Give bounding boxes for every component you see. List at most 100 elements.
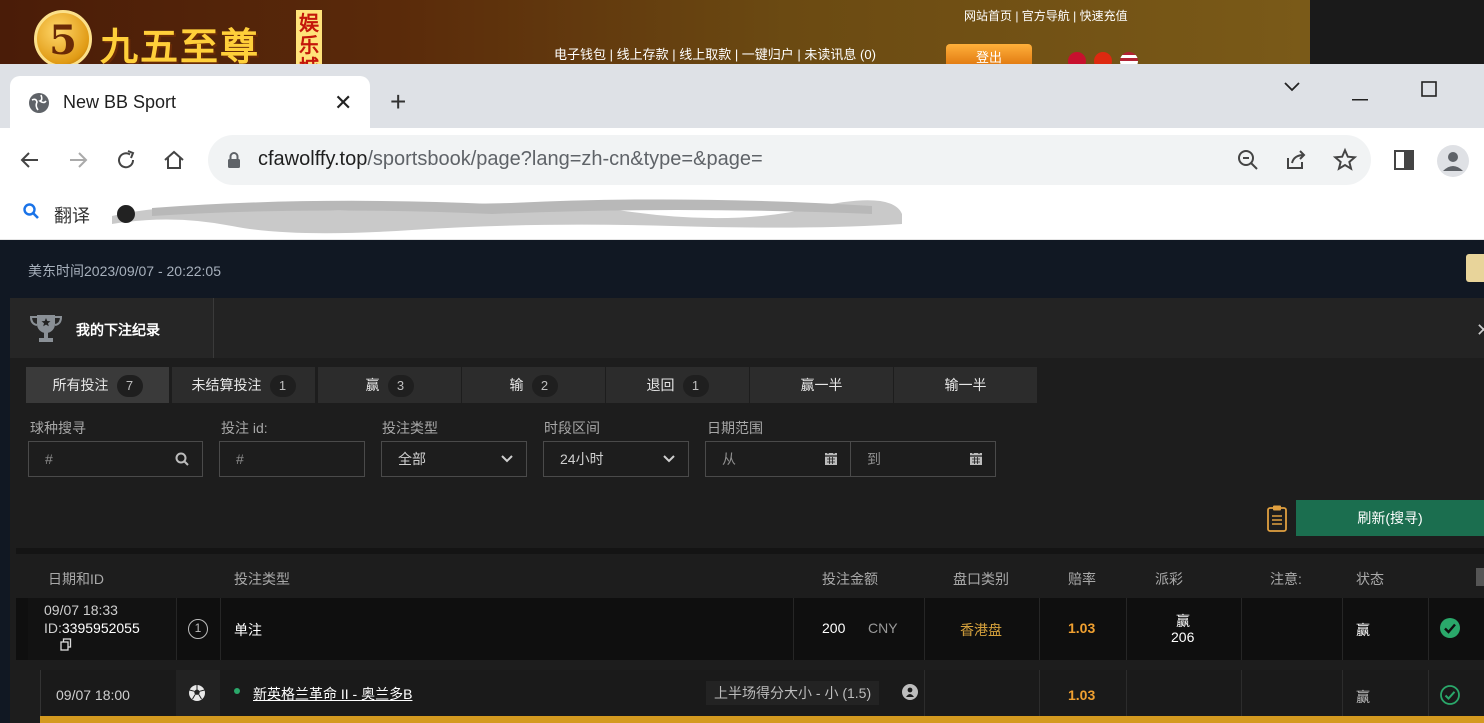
tab-lost[interactable]: 输2 xyxy=(462,367,606,403)
tab-count: 2 xyxy=(531,375,558,397)
cell-divider xyxy=(1126,670,1127,716)
col-status: 状态 xyxy=(1356,571,1384,587)
refresh-search-button[interactable]: 刷新(搜寻) xyxy=(1296,500,1484,536)
leg-selection: 上半场得分大小 - 小 (1.5) xyxy=(706,681,880,705)
leg-count-badge[interactable]: 1 xyxy=(188,619,208,639)
bet-id-placeholder: # xyxy=(236,451,244,467)
modal-close-icon[interactable]: ✕ xyxy=(1476,320,1484,341)
forward-icon[interactable] xyxy=(66,148,90,172)
col-payout: 派彩 xyxy=(1155,571,1183,587)
back-icon[interactable] xyxy=(18,148,42,172)
col-amount: 投注金额 xyxy=(822,571,878,587)
cell-divider xyxy=(924,670,925,716)
bet-amount: 200 xyxy=(822,620,846,636)
info-person-icon[interactable] xyxy=(902,684,918,700)
tab-unsettled[interactable]: 未结算投注 1 xyxy=(172,367,316,403)
leg-odds: 1.03 xyxy=(1068,687,1096,703)
cell-divider xyxy=(1241,598,1242,660)
tab-title: New BB Sport xyxy=(63,92,177,112)
zoom-out-icon[interactable] xyxy=(1236,148,1260,172)
bet-status: 赢 xyxy=(1356,622,1370,638)
cell-divider xyxy=(1126,598,1127,660)
clipboard-icon[interactable] xyxy=(1266,504,1288,532)
tab-label: 输一半 xyxy=(944,377,987,393)
col-notes: 注意: xyxy=(1270,571,1302,587)
home-icon[interactable] xyxy=(162,148,186,172)
bookmark-translate[interactable]: 翻译 xyxy=(54,202,90,228)
date-from-input[interactable]: 从 xyxy=(705,441,851,477)
cell-divider xyxy=(1241,670,1242,716)
tab-half-lost[interactable]: 输一半 xyxy=(894,367,1038,403)
search-icon[interactable] xyxy=(174,442,190,488)
calendar-icon[interactable] xyxy=(824,442,838,488)
side-panel-icon[interactable] xyxy=(1392,148,1416,172)
globe-icon xyxy=(29,93,49,113)
logout-button[interactable]: 登出 xyxy=(946,44,1032,66)
bet-datetime: 09/07 18:33 xyxy=(44,602,118,618)
bet-currency: CNY xyxy=(868,620,898,636)
cell-divider xyxy=(220,598,221,660)
star-icon[interactable] xyxy=(1332,147,1358,173)
date-from-placeholder: 从 xyxy=(722,451,736,467)
period-select[interactable]: 24小时 xyxy=(543,441,689,477)
divider xyxy=(16,548,1484,554)
tab-label: 所有投注 xyxy=(52,377,109,393)
bet-id-value: 3395952055 xyxy=(61,620,140,636)
site-top-links[interactable]: 网站首页 | 官方导航 | 快速充值 xyxy=(964,7,1128,24)
bet-id-input[interactable]: # xyxy=(219,441,365,477)
tab-half-won[interactable]: 赢一半 xyxy=(750,367,894,403)
tab-refunded[interactable]: 退回 1 xyxy=(606,367,750,403)
close-icon[interactable]: ✕ xyxy=(334,90,352,116)
trophy-icon xyxy=(29,315,63,342)
bet-type-select[interactable]: 全部 xyxy=(381,441,527,477)
tab-won[interactable]: 赢3 xyxy=(318,367,462,403)
minimize-icon[interactable] xyxy=(1352,84,1368,107)
date-to-input[interactable]: 到 xyxy=(850,441,996,477)
date-range-label: 日期范围 xyxy=(707,420,763,436)
tab-all-bets[interactable]: 所有投注 7 xyxy=(26,367,170,403)
reload-icon[interactable] xyxy=(114,148,138,172)
sport-search-placeholder: # xyxy=(45,451,53,467)
leg-row-accent xyxy=(40,716,1484,723)
copy-icon[interactable] xyxy=(60,638,72,651)
cell-divider xyxy=(1428,598,1429,660)
search-icon[interactable] xyxy=(22,202,40,220)
share-icon[interactable] xyxy=(1284,148,1308,172)
column-toggle-icon[interactable] xyxy=(1476,568,1484,586)
logo-text: 九五至尊 xyxy=(100,24,261,69)
site-nav-links[interactable]: 电子钱包 | 线上存款 | 线上取款 | 一键归户 | 未读讯息 (0) xyxy=(554,44,876,63)
tab-count: 1 xyxy=(269,375,296,397)
page-time: 美东时间2023/09/07 - 20:22:05 xyxy=(28,263,222,279)
lock-icon[interactable] xyxy=(226,151,242,169)
cell-divider xyxy=(1039,670,1040,716)
cell-divider xyxy=(1342,670,1343,716)
logo-digit: 5 xyxy=(49,17,77,64)
tab-count: 7 xyxy=(116,375,143,397)
tab-count: 3 xyxy=(387,375,414,397)
cell-divider xyxy=(1039,598,1040,660)
calendar-icon[interactable] xyxy=(969,442,983,488)
url-host: cfawolffy.top xyxy=(258,148,368,170)
leg-time: 09/07 18:00 xyxy=(56,687,130,703)
profile-avatar-icon[interactable] xyxy=(1436,144,1470,178)
url-text[interactable]: cfawolffy.top/sportsbook/page?lang=zh-cn… xyxy=(258,148,763,171)
sport-search-input[interactable]: # xyxy=(28,441,203,477)
side-widget[interactable] xyxy=(1466,254,1484,282)
logo-badge: 娱乐城 xyxy=(296,10,322,66)
cell-divider xyxy=(1428,670,1429,716)
bet-odds: 1.03 xyxy=(1068,620,1096,636)
tab-label: 未结算投注 xyxy=(191,377,262,393)
maximize-icon[interactable] xyxy=(1421,80,1437,103)
bet-type-value: 全部 xyxy=(398,451,426,467)
tab-search-icon[interactable] xyxy=(1283,76,1301,99)
new-tab-button[interactable]: + xyxy=(390,86,406,118)
col-market: 盘口类别 xyxy=(953,571,1009,587)
logo-icon[interactable]: 5 xyxy=(34,10,92,68)
cell-divider xyxy=(176,598,177,660)
tab-label: 赢一半 xyxy=(800,377,843,393)
period-label: 时段区间 xyxy=(544,420,600,436)
leg-match-link[interactable]: 新英格兰革命 II - 奥兰多B xyxy=(253,684,412,704)
cell-divider xyxy=(793,598,794,660)
col-bet-type: 投注类型 xyxy=(234,571,290,587)
url-path: /sportsbook/page?lang=zh-cn&type=&page= xyxy=(367,148,763,170)
